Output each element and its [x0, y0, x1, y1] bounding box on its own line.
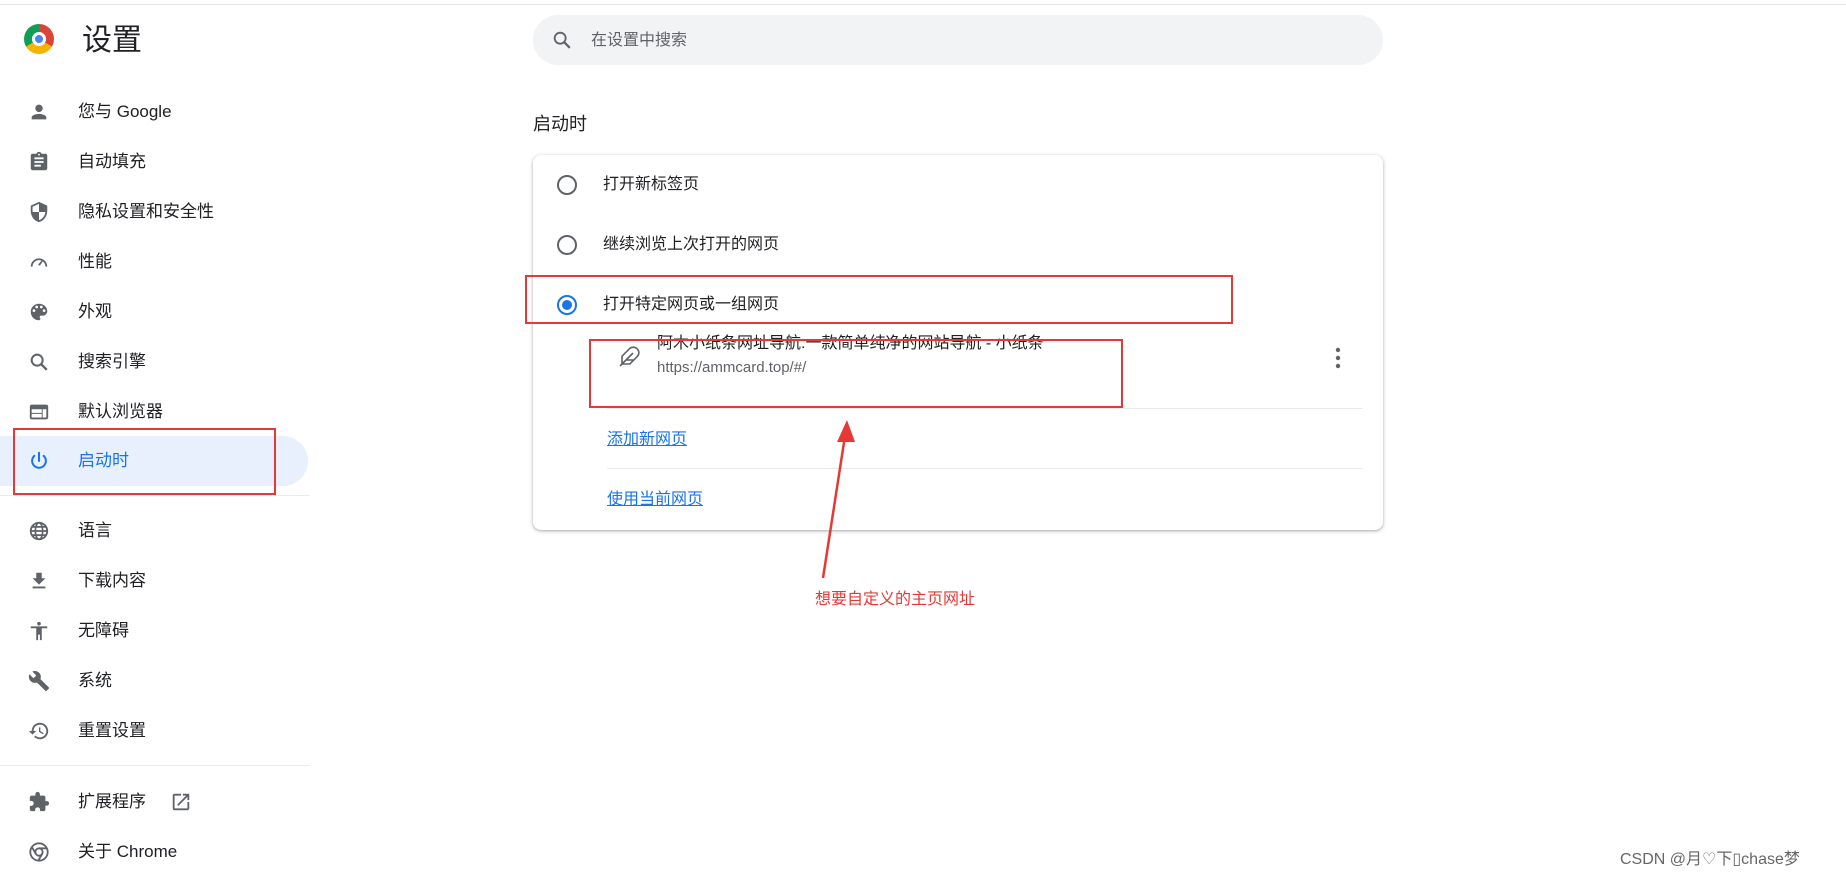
annotation-text: 想要自定义的主页网址 [815, 591, 976, 608]
watermark: CSDN @月♡下▯chase梦 [1620, 851, 1800, 868]
annotation-arrow [821, 420, 855, 579]
